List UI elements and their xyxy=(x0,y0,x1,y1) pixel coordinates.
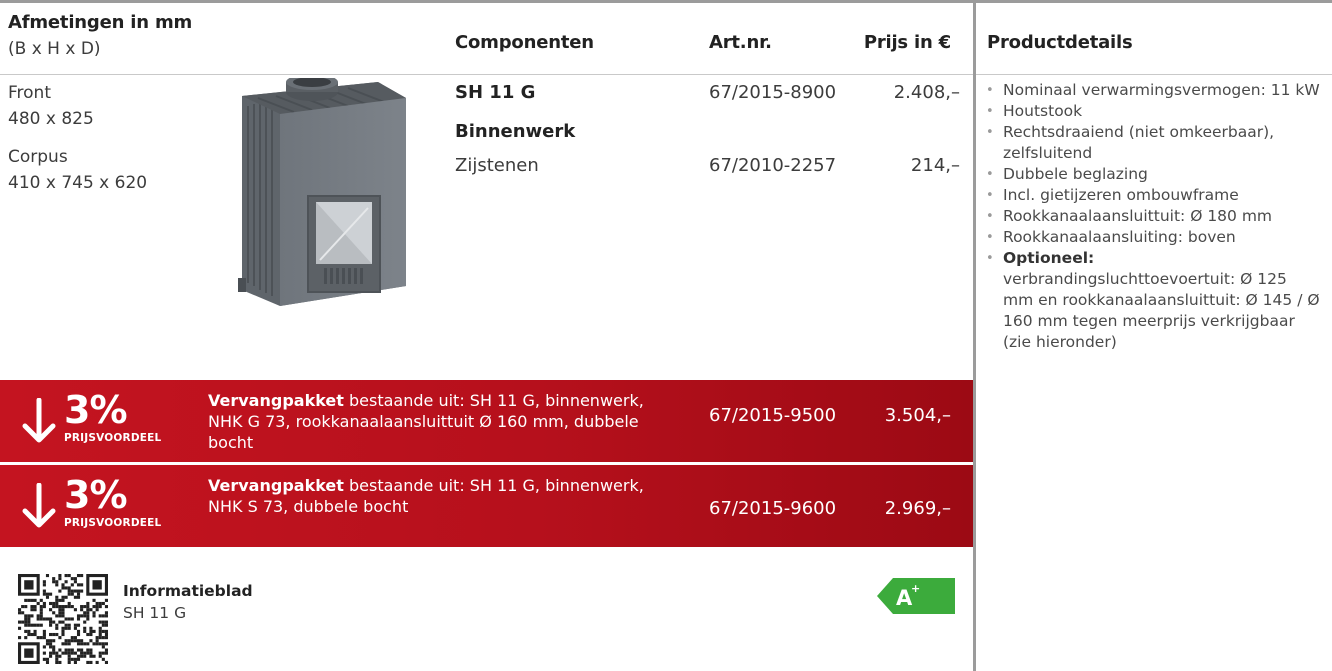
package-description: Vervangpakket bestaande uit: SH 11 G, bi… xyxy=(208,390,678,453)
package-price: 2.969,– xyxy=(884,498,951,519)
dimensions-subheader: (B x H x D) xyxy=(8,39,101,59)
components-header: Componenten xyxy=(455,32,594,53)
optional-label: Optioneel: xyxy=(1003,249,1095,267)
package-title: Vervangpakket xyxy=(208,476,344,495)
corpus-value: 410 x 745 x 620 xyxy=(8,173,148,193)
detail-item-optional: Optioneel: verbrandingsluchttoevoertuit: … xyxy=(986,248,1321,353)
discount-percent: 3% xyxy=(64,388,128,432)
detail-item: Nominaal verwarmingsvermogen: 11 kW xyxy=(986,80,1321,101)
down-arrow-icon xyxy=(22,398,56,443)
column-divider xyxy=(973,0,976,671)
component-sub-name: Zijstenen xyxy=(455,155,539,176)
dimensions-header: Afmetingen in mm xyxy=(8,12,193,33)
component-sub-artnr: 67/2010-2257 xyxy=(709,155,837,176)
price-header: Prijs in € xyxy=(863,32,951,53)
discount-percent: 3% xyxy=(64,473,128,517)
info-title: Informatieblad xyxy=(123,582,253,600)
detail-item: Houtstook xyxy=(986,101,1321,122)
discount-badge: PRIJSVOORDEEL xyxy=(64,432,162,444)
package-row: 3% PRIJSVOORDEEL Vervangpakket bestaande… xyxy=(0,465,973,547)
optional-text: verbrandingsluchttoevoertuit: Ø 125 mm e… xyxy=(1003,270,1320,351)
package-row: 3% PRIJSVOORDEEL Vervangpakket bestaande… xyxy=(0,380,973,462)
qr-code-image[interactable] xyxy=(18,574,108,664)
front-value: 480 x 825 xyxy=(8,109,94,129)
component-main-name: SH 11 G xyxy=(455,82,536,103)
component-main-price: 2.408,– xyxy=(893,82,960,103)
top-rule xyxy=(0,0,1332,3)
energy-label-badge: A + xyxy=(877,578,955,614)
component-sub-price: 214,– xyxy=(910,155,960,176)
discount-badge: PRIJSVOORDEEL xyxy=(64,517,162,529)
energy-class-sup: + xyxy=(911,582,920,595)
package-artnr: 67/2015-9600 xyxy=(709,498,837,519)
stove-insert-image xyxy=(238,78,406,306)
package-price: 3.504,– xyxy=(884,405,951,426)
package-artnr: 67/2015-9500 xyxy=(709,405,837,426)
detail-item: Rechtsdraaiend (niet omkeerbaar), zelfsl… xyxy=(986,122,1321,164)
corpus-label: Corpus xyxy=(8,147,68,167)
details-header-rule xyxy=(976,74,1332,75)
component-main-artnr: 67/2015-8900 xyxy=(709,82,837,103)
detail-item: Incl. gietijzeren ombouwframe xyxy=(986,185,1321,206)
artnr-header: Art.nr. xyxy=(709,32,772,53)
header-rule xyxy=(0,74,973,75)
detail-item: Rookkanaalaansluittuit: Ø 180 mm xyxy=(986,206,1321,227)
detail-item: Dubbele beglazing xyxy=(986,164,1321,185)
details-header: Productdetails xyxy=(987,32,1133,53)
info-subtitle: SH 11 G xyxy=(123,604,187,622)
down-arrow-icon xyxy=(22,483,56,528)
package-title: Vervangpakket xyxy=(208,391,344,410)
package-description: Vervangpakket bestaande uit: SH 11 G, bi… xyxy=(208,475,678,517)
product-details-list: Nominaal verwarmingsvermogen: 11 kW Hout… xyxy=(986,80,1321,353)
component-section-label: Binnenwerk xyxy=(455,121,576,142)
front-label: Front xyxy=(8,83,51,103)
detail-item: Rookkanaalaansluiting: boven xyxy=(986,227,1321,248)
